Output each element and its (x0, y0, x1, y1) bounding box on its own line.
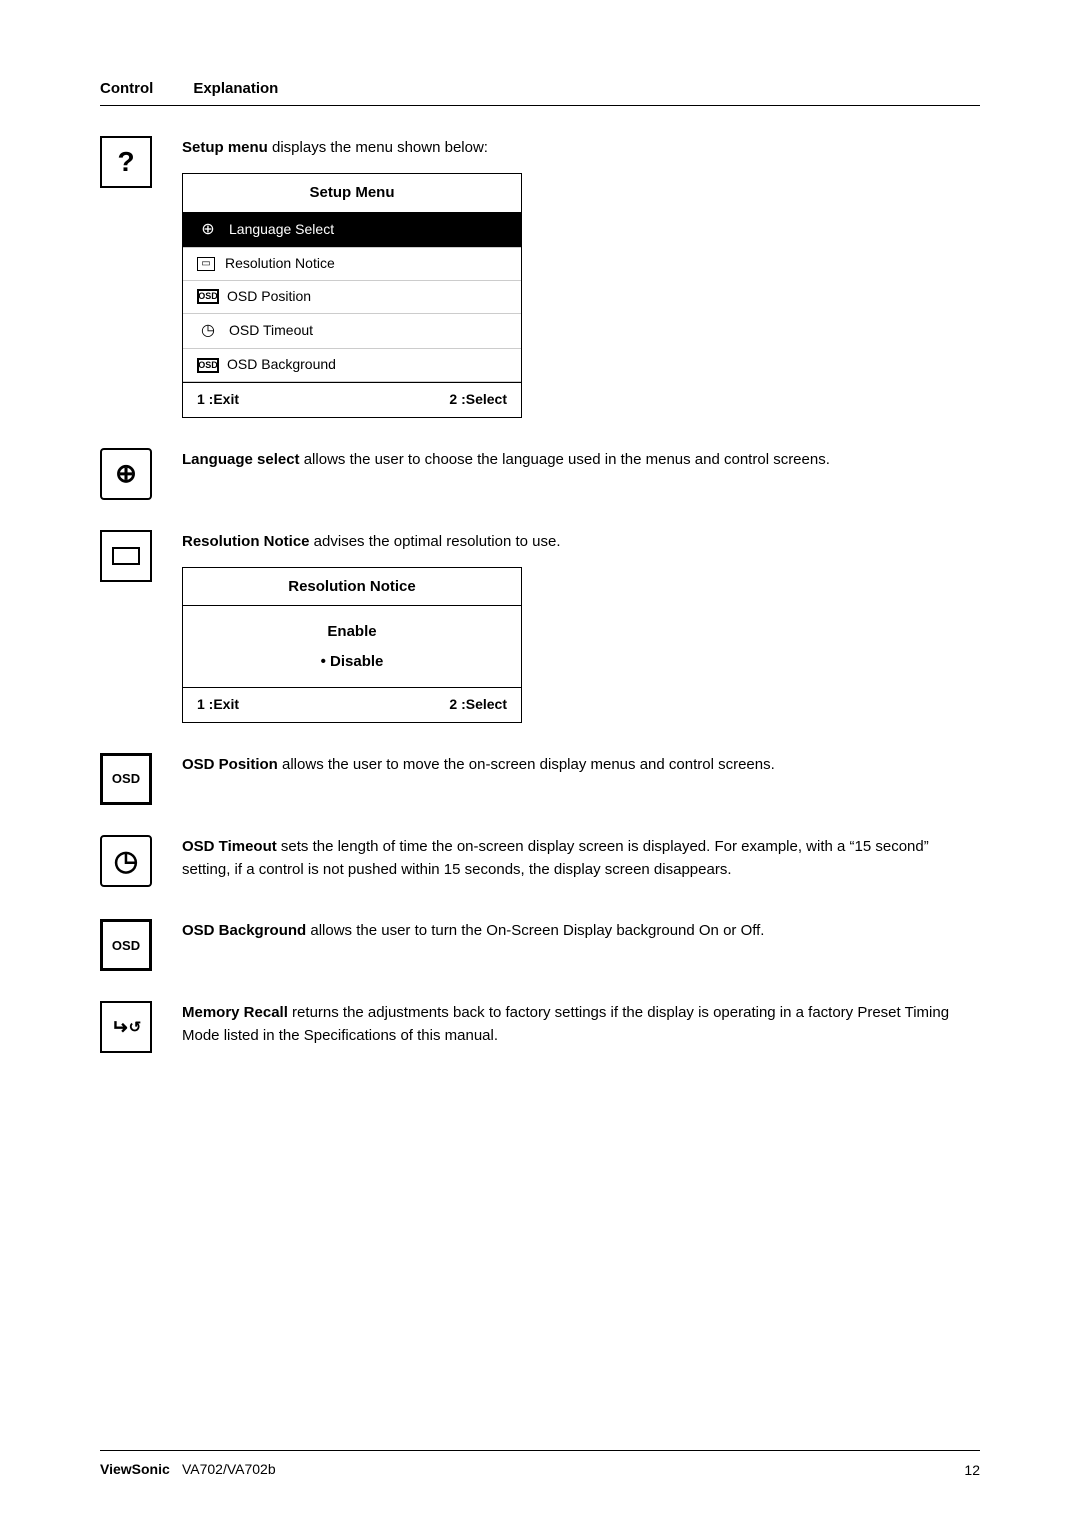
language-select-row: ⊕ Language select allows the user to cho… (100, 448, 980, 500)
question-icon-symbol: ? (117, 146, 134, 178)
header-row: Control Explanation (100, 80, 980, 97)
osd-position-icon-small: OSD (197, 289, 219, 304)
enable-row: Enable (197, 620, 507, 643)
header-control-label: Control (100, 80, 153, 97)
osd-timeout-description: OSD Timeout sets the length of time the … (182, 835, 980, 882)
osd-position-bold: OSD Position (182, 756, 278, 773)
osd-timeout-icon: ◷ (100, 835, 152, 887)
setup-menu-description: Setup menu displays the menu shown below… (182, 136, 980, 159)
setup-footer-select: 2 :Select (449, 389, 507, 411)
osd-position-label: OSD Position (227, 286, 311, 308)
osd-position-row: OSD OSD Position allows the user to move… (100, 753, 980, 805)
page-footer: ViewSonic VA702/VA702b 12 (100, 1450, 980, 1478)
menu-item-resolution: ▭ Resolution Notice (183, 248, 521, 281)
menu-item-osd-position: OSD OSD Position (183, 281, 521, 314)
memory-recall-description: Memory Recall returns the adjustments ba… (182, 1001, 980, 1048)
resolution-icon-small: ▭ (197, 257, 215, 271)
osd-timeout-text: OSD Timeout sets the length of time the … (182, 835, 980, 890)
resolution-bold: Resolution Notice (182, 533, 310, 550)
clock-icon-small: ◷ (197, 319, 219, 344)
footer-model: VA702/VA702b (182, 1461, 276, 1477)
memory-recall-row: ↵↺ Memory Recall returns the adjustments… (100, 1001, 980, 1056)
resolution-rest: advises the optimal resolution to use. (310, 533, 561, 550)
memory-recall-icon: ↵↺ (100, 1001, 152, 1053)
language-select-text: Language select allows the user to choos… (182, 448, 980, 479)
memory-recall-text: Memory Recall returns the adjustments ba… (182, 1001, 980, 1056)
header-divider (100, 105, 980, 106)
osd-background-bold: OSD Background (182, 922, 306, 939)
memory-recall-bold: Memory Recall (182, 1004, 288, 1021)
enable-label: Enable (327, 623, 376, 640)
globe-icon-symbol: ⊕ (115, 458, 137, 489)
res-footer-exit: 1 :Exit (197, 694, 239, 716)
osd-background-icon-small: OSD (197, 358, 219, 373)
osd-position-rest: allows the user to move the on-screen di… (278, 756, 775, 773)
resolution-notice-description: Resolution Notice advises the optimal re… (182, 530, 980, 553)
language-bold: Language select (182, 451, 300, 468)
osd-position-description: OSD Position allows the user to move the… (182, 753, 980, 776)
page-container: Control Explanation ? Setup menu display… (0, 0, 1080, 1166)
setup-menu-icon: ? (100, 136, 152, 188)
res-table-footer: 1 :Exit 2 :Select (183, 687, 521, 722)
resolution-notice-icon (100, 530, 152, 582)
resolution-label: Resolution Notice (225, 253, 335, 275)
language-select-description: Language select allows the user to choos… (182, 448, 980, 471)
osd-background-rest: allows the user to turn the On-Screen Di… (306, 922, 764, 939)
res-footer-select: 2 :Select (449, 694, 507, 716)
setup-menu-footer: 1 :Exit 2 :Select (183, 382, 521, 417)
osd-background-description: OSD Background allows the user to turn t… (182, 919, 980, 942)
osd-background-row: OSD OSD Background allows the user to tu… (100, 919, 980, 971)
setup-footer-exit: 1 :Exit (197, 389, 239, 411)
footer-page-number: 12 (964, 1462, 980, 1478)
language-rest: allows the user to choose the language u… (300, 451, 830, 468)
footer-brand-model: ViewSonic VA702/VA702b (100, 1461, 276, 1478)
setup-menu-table: Setup Menu ⊕ Language Select ▭ Resolutio… (182, 173, 522, 418)
footer-brand: ViewSonic (100, 1461, 170, 1477)
osd-background-label: OSD Background (227, 354, 336, 376)
osd-timeout-bold: OSD Timeout (182, 838, 277, 855)
language-icon: ⊕ (197, 218, 219, 243)
rect-icon-symbol (112, 547, 140, 565)
menu-item-osd-timeout: ◷ OSD Timeout (183, 314, 521, 350)
menu-item-language: ⊕ Language Select (183, 213, 521, 249)
disable-row: • Disable (197, 650, 507, 673)
osd-timeout-row: ◷ OSD Timeout sets the length of time th… (100, 835, 980, 890)
osd-timeout-label: OSD Timeout (229, 320, 313, 342)
memory-icon-symbol: ↵↺ (111, 1015, 141, 1040)
res-table-body: Enable • Disable (183, 606, 521, 687)
osd-background-symbol: OSD (112, 938, 140, 953)
osd-position-icon: OSD (100, 753, 152, 805)
osd-position-symbol: OSD (112, 771, 140, 786)
resolution-notice-text: Resolution Notice advises the optimal re… (182, 530, 980, 723)
osd-background-icon: OSD (100, 919, 152, 971)
osd-position-text: OSD Position allows the user to move the… (182, 753, 980, 784)
res-table-title: Resolution Notice (183, 568, 521, 606)
osd-timeout-rest: sets the length of time the on-screen di… (182, 838, 929, 878)
language-select-icon: ⊕ (100, 448, 152, 500)
language-label: Language Select (229, 219, 334, 241)
setup-menu-rest: displays the menu shown below: (268, 139, 488, 156)
setup-menu-row: ? Setup menu displays the menu shown bel… (100, 136, 980, 418)
menu-item-osd-background: OSD OSD Background (183, 349, 521, 382)
resolution-notice-row: Resolution Notice advises the optimal re… (100, 530, 980, 723)
clock-icon-symbol: ◷ (114, 844, 138, 877)
setup-menu-text: Setup menu displays the menu shown below… (182, 136, 980, 418)
memory-recall-rest: returns the adjustments back to factory … (182, 1004, 949, 1044)
header-explanation-label: Explanation (193, 80, 278, 97)
setup-menu-bold: Setup menu (182, 139, 268, 156)
osd-background-text: OSD Background allows the user to turn t… (182, 919, 980, 950)
disable-label: • Disable (321, 653, 384, 670)
setup-menu-table-title: Setup Menu (183, 174, 521, 212)
resolution-notice-table: Resolution Notice Enable • Disable 1 :Ex… (182, 567, 522, 722)
